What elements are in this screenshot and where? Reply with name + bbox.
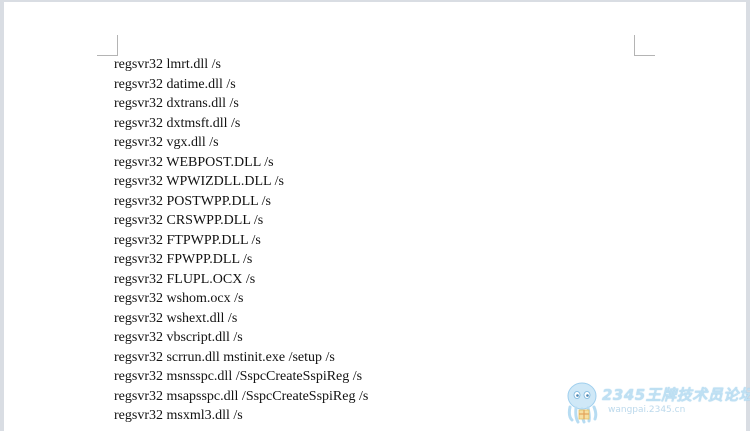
text-line: regsvr32 msapsspc.dll /SspcCreateSspiReg…	[114, 388, 369, 404]
text-line: regsvr32 vbscript.dll /s	[114, 330, 243, 345]
text-line: regsvr32 vgx.dll /s	[114, 135, 219, 150]
document-text-body[interactable]: regsvr32 lmrt.dll /s regsvr32 datime.dll…	[114, 55, 368, 426]
text-line: regsvr32 scrrun.dll mstinit.exe /setup /…	[114, 349, 335, 365]
text-line: regsvr32 WEBPOST.DLL /s	[114, 154, 274, 170]
margin-corner-top-right	[634, 35, 655, 56]
text-line: regsvr32 lmrt.dll /s	[114, 57, 221, 72]
text-line: regsvr32 dxtrans.dll /s	[114, 96, 239, 111]
text-line: regsvr32 wshext.dll /s	[114, 310, 238, 326]
document-viewport: regsvr32 lmrt.dll /s regsvr32 datime.dll…	[0, 0, 750, 431]
text-line: regsvr32 msnsspc.dll /SspcCreateSspiReg …	[114, 369, 363, 384]
margin-corner-top-left	[97, 35, 118, 56]
text-line: regsvr32 FTPWPP.DLL /s	[114, 232, 261, 248]
octopus-mascot-icon	[567, 382, 598, 424]
viewport-right-edge	[746, 0, 750, 431]
document-page[interactable]: regsvr32 lmrt.dll /s regsvr32 datime.dll…	[4, 2, 746, 431]
text-line: regsvr32 FPWPP.DLL /s	[114, 252, 253, 267]
text-line: regsvr32 dxtmsft.dll /s	[114, 115, 241, 131]
site-watermark: 2345王牌技术员论坛 wangpai.2345.cn	[562, 380, 750, 426]
text-line: regsvr32 POSTWPP.DLL /s	[114, 193, 271, 209]
text-line: regsvr32 FLUPL.OCX /s	[114, 271, 256, 287]
text-line: regsvr32 wshom.ocx /s	[114, 291, 244, 306]
watermark-title: 2345王牌技术员论坛	[602, 386, 750, 404]
text-line: regsvr32 datime.dll /s	[114, 76, 236, 92]
text-line: regsvr32 msxml3.dll /s	[114, 408, 243, 423]
text-line: regsvr32 WPWIZDLL.DLL /s	[114, 174, 284, 189]
text-line: regsvr32 CRSWPP.DLL /s	[114, 213, 264, 228]
watermark-url: wangpai.2345.cn	[608, 405, 686, 415]
